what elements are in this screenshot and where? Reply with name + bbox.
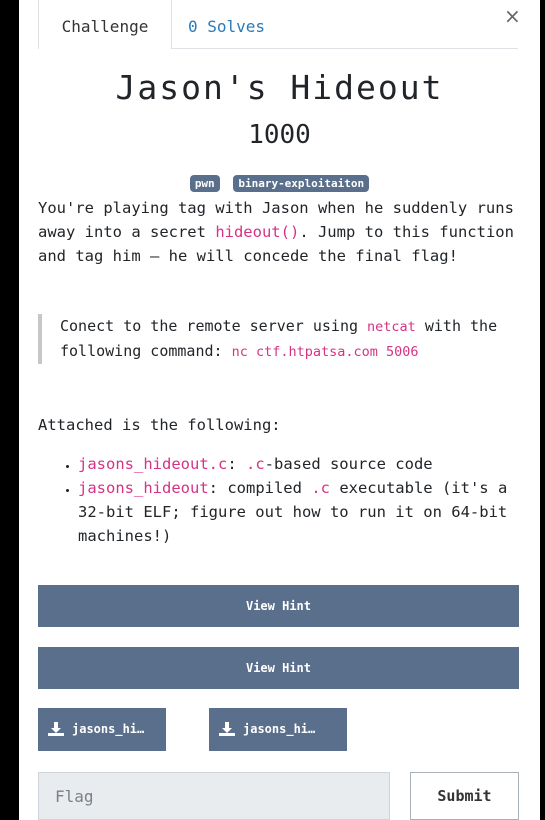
download-label: jasons_hi…	[243, 722, 316, 736]
download-button[interactable]: jasons_hi…	[38, 708, 166, 751]
flag-input[interactable]	[38, 772, 390, 820]
inline-code: .c	[245, 455, 265, 473]
view-hint-button[interactable]: View Hint	[38, 585, 519, 627]
file-list: jasons_hideout.c: .c-based source code j…	[38, 452, 518, 548]
download-icon	[48, 722, 64, 736]
tab-bar: Challenge 0 Solves	[38, 0, 518, 49]
list-item: jasons_hideout: compiled .c executable (…	[78, 476, 518, 548]
challenge-title: Jason's Hideout	[115, 68, 444, 107]
inline-code: jasons_hideout.c	[78, 455, 228, 473]
inline-code: nc ctf.htpatsa.com 5006	[231, 344, 419, 360]
blockquote: Conect to the remote server using netcat…	[38, 314, 520, 364]
inline-code: jasons_hideout	[78, 479, 209, 497]
submit-button[interactable]: Submit	[410, 772, 519, 820]
list-text: : compiled	[208, 479, 312, 497]
inline-code: netcat	[367, 319, 416, 335]
challenge-description: You're playing tag with Jason when he su…	[38, 196, 518, 268]
view-hint-button[interactable]: View Hint	[38, 647, 519, 689]
download-button[interactable]: jasons_hi…	[209, 708, 347, 751]
list-text: :	[227, 455, 246, 473]
challenge-modal: × Challenge 0 Solves Jason's Hideout 100…	[19, 0, 540, 820]
attached-label: Attached is the following:	[38, 416, 281, 434]
download-label: jasons_hi…	[72, 722, 145, 736]
list-item: jasons_hideout.c: .c-based source code	[78, 452, 518, 476]
inline-code: hideout()	[215, 223, 300, 241]
challenge-value: 1000	[248, 120, 311, 150]
quote-text: Conect to the remote server using	[60, 317, 368, 335]
tag-list: pwn binary-exploitaiton	[19, 172, 540, 192]
download-icon	[219, 722, 235, 736]
tab-challenge[interactable]: Challenge	[38, 0, 172, 49]
list-text: -based source code	[264, 455, 433, 473]
inline-code: .c	[311, 479, 330, 497]
tab-solves[interactable]: 0 Solves	[188, 0, 265, 48]
tag-badge: binary-exploitaiton	[233, 175, 370, 192]
tag-badge: pwn	[189, 175, 220, 192]
